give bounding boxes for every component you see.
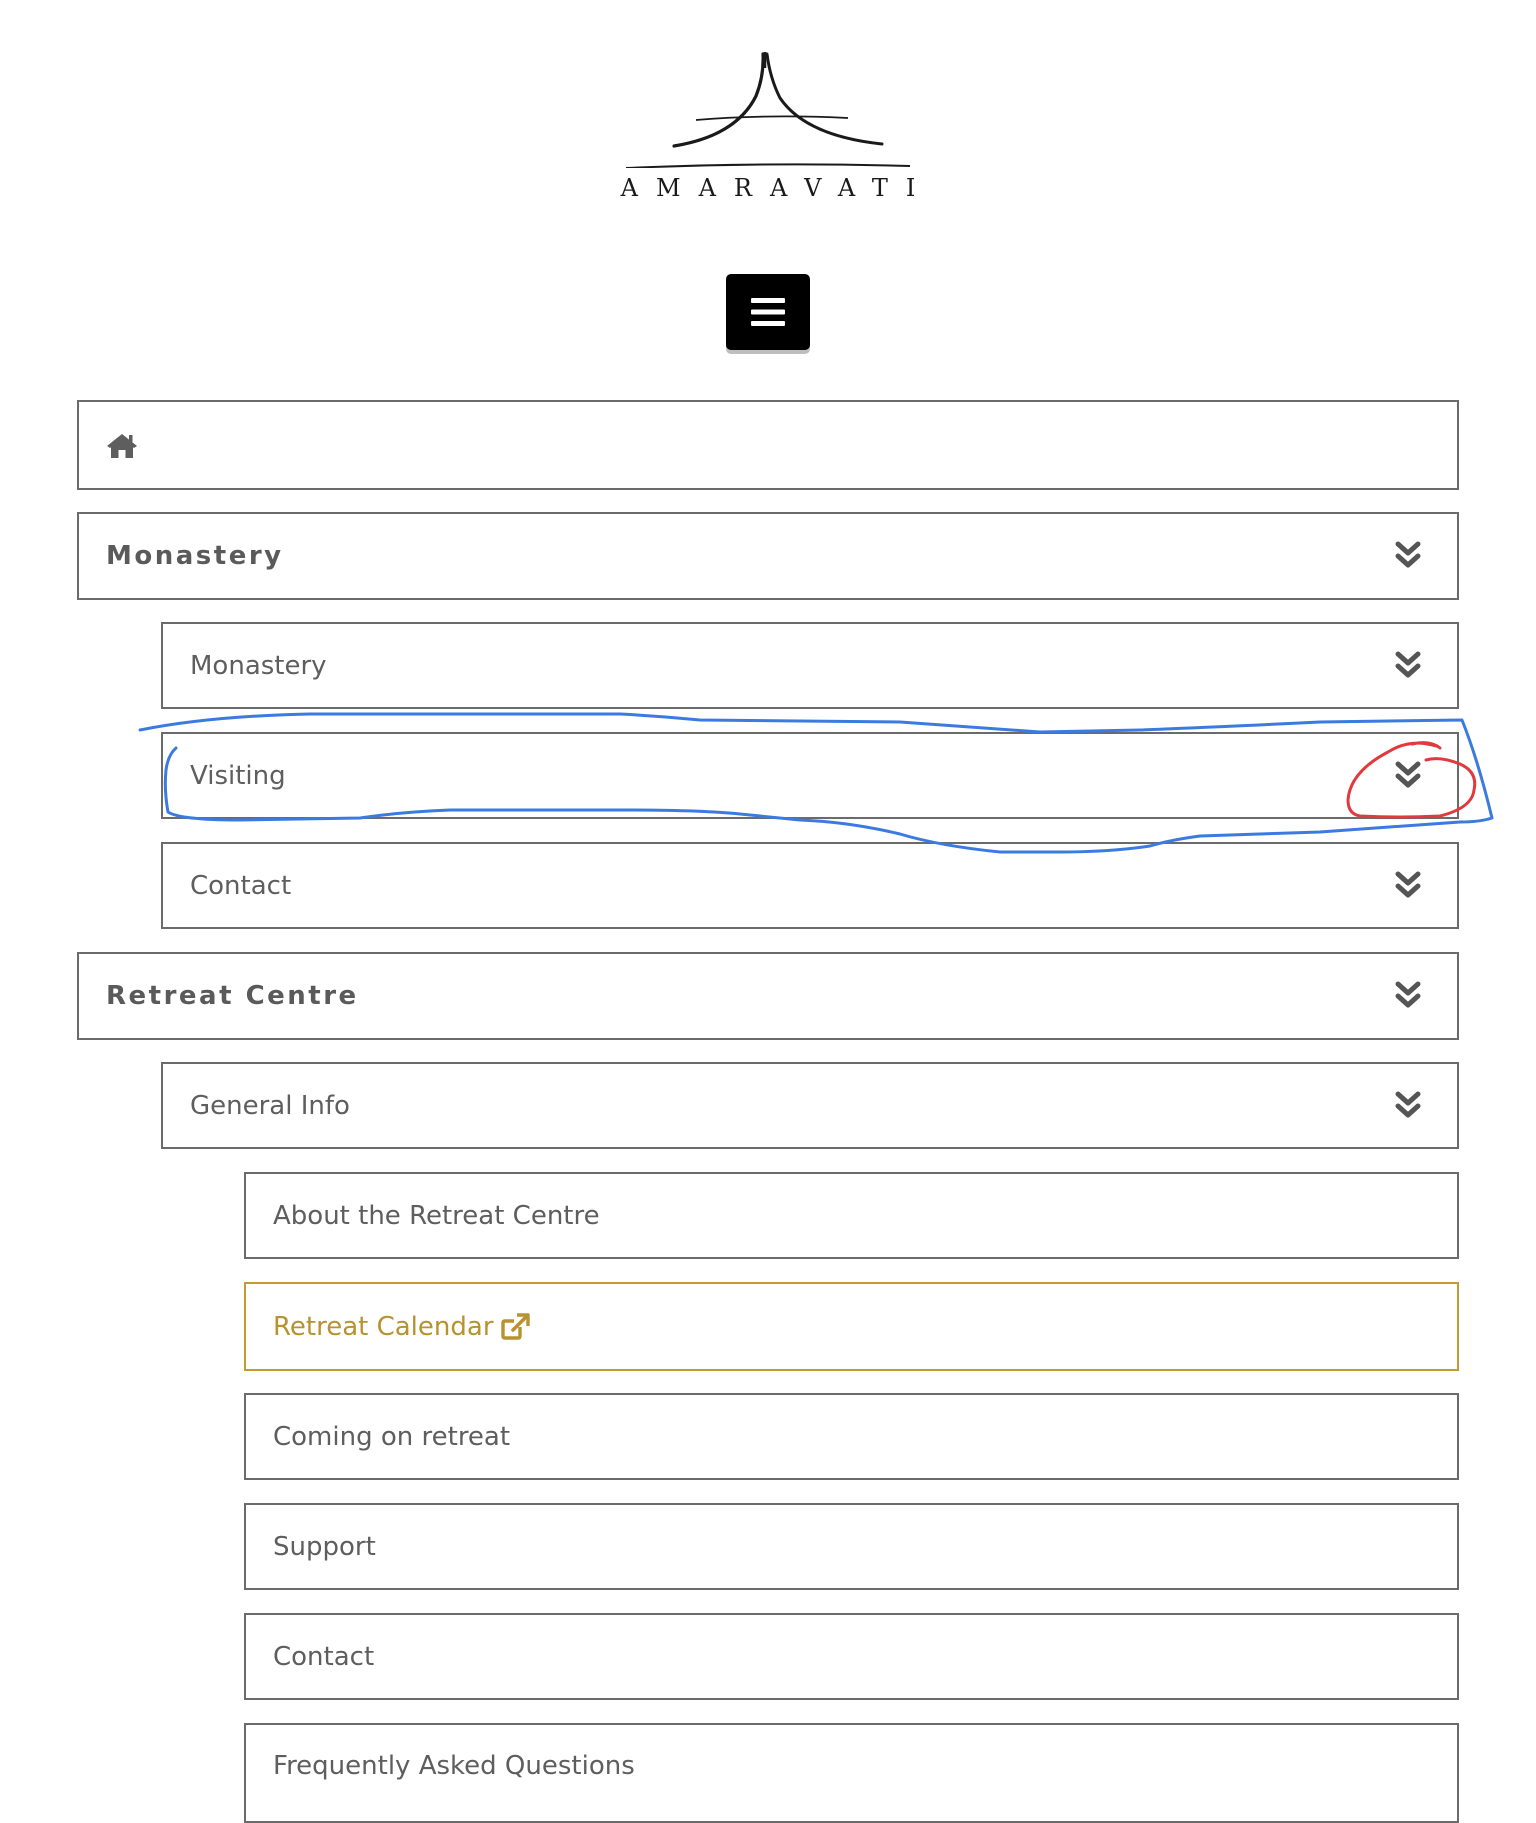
nav-faq[interactable]: Frequently Asked Questions (244, 1723, 1459, 1823)
double-chevron-down-icon[interactable] (1395, 981, 1421, 1011)
nav-monastery-monastery-label: Monastery (190, 650, 327, 681)
nav-retreat-contact[interactable]: Contact (244, 1613, 1459, 1700)
home-icon (107, 434, 137, 458)
nav-general-info[interactable]: General Info (161, 1062, 1459, 1149)
nav-retreat-centre[interactable]: Retreat Centre (77, 952, 1459, 1040)
nav-monastery-visiting-label: Visiting (190, 760, 286, 791)
nav-faq-label: Frequently Asked Questions (273, 1751, 635, 1781)
logo-wordmark: AMARAVATI (620, 174, 934, 202)
nav-monastery-monastery[interactable]: Monastery (161, 622, 1459, 709)
nav-support[interactable]: Support (244, 1503, 1459, 1590)
double-chevron-down-icon[interactable] (1395, 871, 1421, 901)
nav-home[interactable] (77, 400, 1459, 490)
nav-support-label: Support (273, 1531, 376, 1562)
amaravati-logo[interactable] (618, 48, 918, 168)
double-chevron-down-icon[interactable] (1395, 761, 1421, 791)
nav-general-info-label: General Info (190, 1090, 350, 1121)
nav-about-label: About the Retreat Centre (273, 1200, 600, 1231)
menu-toggle-button[interactable] (726, 274, 810, 350)
nav-retreat-calendar[interactable]: Retreat Calendar (244, 1282, 1459, 1371)
double-chevron-down-icon[interactable] (1395, 651, 1421, 681)
nav-retreat-centre-label: Retreat Centre (106, 981, 359, 1011)
hamburger-icon (751, 298, 785, 326)
nav-retreat-contact-label: Contact (273, 1641, 375, 1672)
double-chevron-down-icon[interactable] (1395, 541, 1421, 571)
external-link-icon (500, 1312, 530, 1340)
nav-monastery-label: Monastery (106, 541, 284, 571)
nav-monastery-contact[interactable]: Contact (161, 842, 1459, 929)
nav-monastery-visiting[interactable]: Visiting (161, 732, 1459, 819)
nav-coming-on-retreat[interactable]: Coming on retreat (244, 1393, 1459, 1480)
nav-monastery-contact-label: Contact (190, 870, 292, 901)
double-chevron-down-icon[interactable] (1395, 1091, 1421, 1121)
nav-monastery[interactable]: Monastery (77, 512, 1459, 600)
nav-about-retreat-centre[interactable]: About the Retreat Centre (244, 1172, 1459, 1259)
nav-coming-label: Coming on retreat (273, 1421, 511, 1452)
nav-retreat-calendar-label: Retreat Calendar (273, 1311, 494, 1342)
